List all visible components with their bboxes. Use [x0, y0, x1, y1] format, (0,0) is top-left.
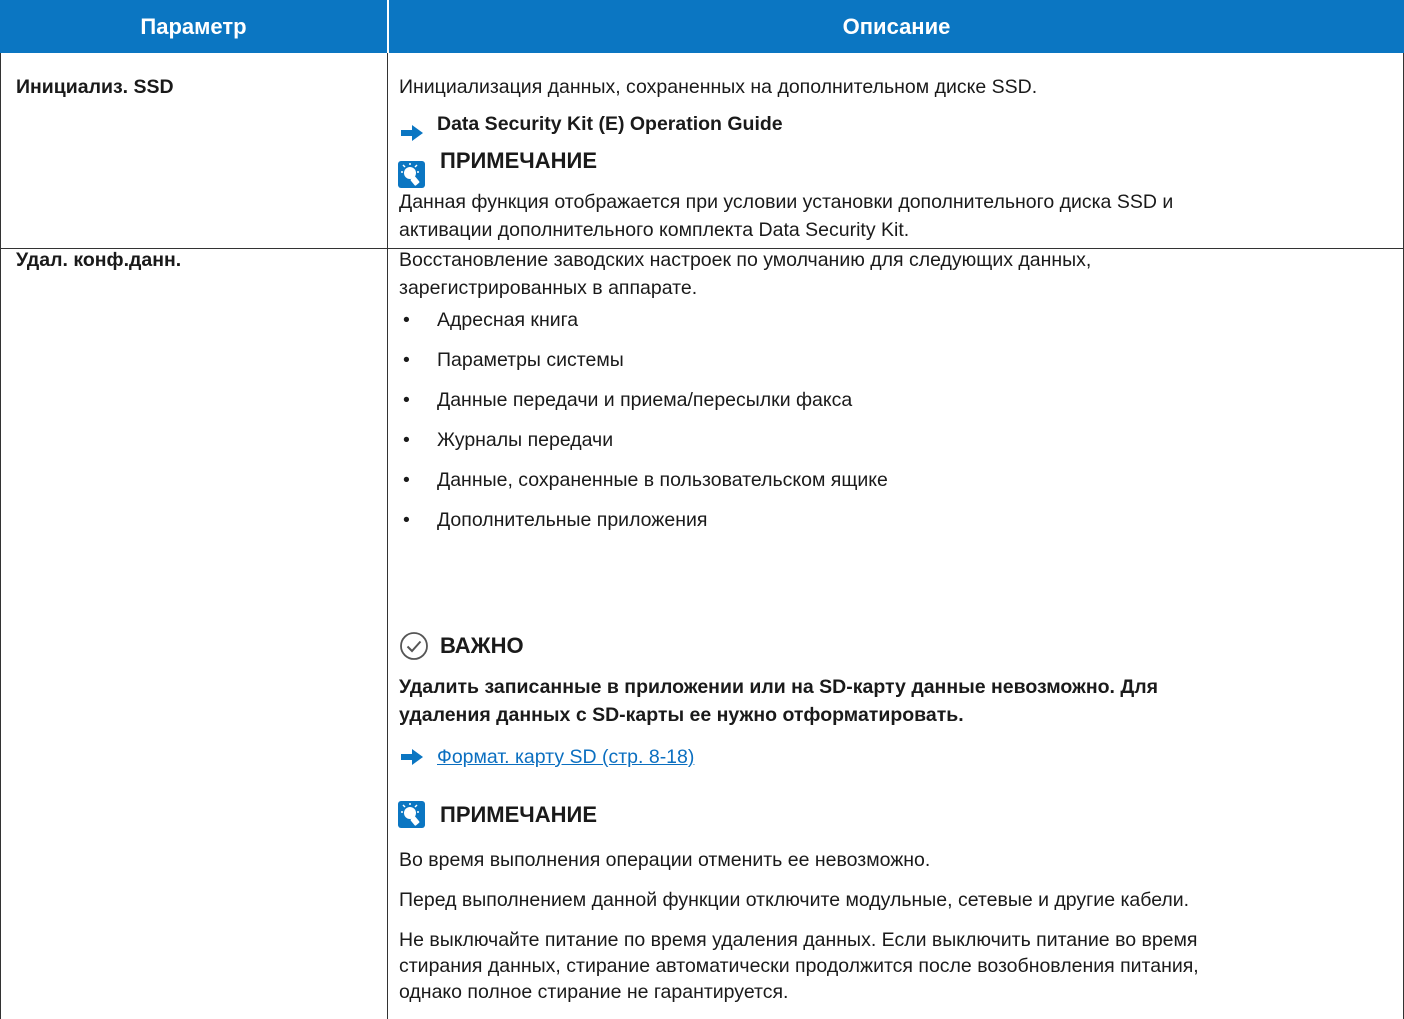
- table-header: Параметр Описание: [0, 0, 1404, 53]
- note-lightbulb-icon: [398, 161, 425, 188]
- sd-format-link[interactable]: Формат. карту SD (стр. 8-18): [437, 743, 694, 772]
- row2-desc-line2: зарегистрированных в аппарате.: [399, 277, 698, 299]
- arrow-right-icon: [401, 749, 423, 765]
- row1-note-line1: Данная функция отображается при условии …: [399, 191, 1174, 213]
- param-ssd-init: Инициализ. SSD: [16, 76, 174, 98]
- grid-mid: [387, 53, 388, 1019]
- list-item: Параметры системы: [437, 349, 624, 371]
- list-item: Данные, сохраненные в пользовательском я…: [437, 469, 888, 491]
- row2-note-p3-line3: однако полное стирание не гарантируется.: [399, 981, 789, 1003]
- row2-note-p1: Во время выполнения операции отменить ее…: [399, 849, 931, 871]
- row1-note-title: ПРИМЕЧАНИЕ: [440, 148, 598, 173]
- important-line1: Удалить записанные в приложении или на S…: [399, 676, 1159, 698]
- important-line2: удаления данных с SD-карты ее нужно отфо…: [399, 704, 964, 726]
- row2-note-p3-line1: Не выключайте питание по время удаления …: [399, 929, 1198, 951]
- arrow-right-icon: [401, 125, 423, 141]
- row2-note-title: ПРИМЕЧАНИЕ: [440, 802, 598, 827]
- row2-note-p3-line2: стирания данных, стирание автоматически …: [399, 955, 1199, 977]
- header-description: Описание: [842, 14, 951, 39]
- list-item: Адресная книга: [437, 309, 579, 331]
- row1-note-line2: активации дополнительного комплекта Data…: [399, 219, 910, 241]
- list-item: Данные передачи и приема/пересылки факса: [437, 389, 853, 411]
- list-item: Журналы передачи: [437, 429, 614, 451]
- grid-left: [0, 53, 1, 1019]
- note-lightbulb-icon: [398, 801, 425, 828]
- param-config-delete: Удал. конф.данн.: [16, 249, 182, 271]
- row2-note-p2: Перед выполнением данной функции отключи…: [399, 889, 1190, 911]
- list-item: Дополнительные приложения: [437, 509, 708, 531]
- row1-reference: Data Security Kit (E) Operation Guide: [437, 113, 783, 135]
- important-check-icon: [400, 632, 428, 660]
- important-title: ВАЖНО: [440, 633, 524, 658]
- header-parameter: Параметр: [140, 14, 247, 39]
- row2-desc-line1: Восстановление заводских настроек по умо…: [399, 249, 1092, 271]
- row1-description: Инициализация данных, сохраненных на доп…: [399, 76, 1038, 98]
